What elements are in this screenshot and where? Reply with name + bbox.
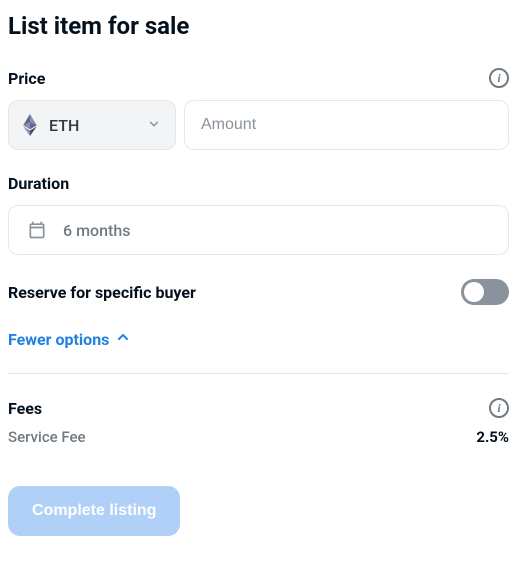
chevron-up-icon bbox=[115, 329, 131, 349]
duration-select[interactable]: 6 months bbox=[8, 205, 509, 255]
ethereum-icon bbox=[23, 114, 37, 136]
duration-section: Duration 6 months bbox=[8, 174, 509, 255]
price-label: Price bbox=[8, 69, 45, 88]
info-icon[interactable]: i bbox=[489, 398, 509, 418]
calendar-icon bbox=[27, 220, 47, 240]
reserve-toggle[interactable] bbox=[461, 279, 509, 305]
duration-label: Duration bbox=[8, 174, 69, 193]
chevron-down-icon bbox=[147, 116, 161, 135]
duration-value: 6 months bbox=[63, 221, 130, 240]
options-toggle-label: Fewer options bbox=[8, 330, 109, 349]
fees-header: Fees i bbox=[8, 398, 509, 418]
currency-label: ETH bbox=[49, 116, 79, 135]
reserve-section: Reserve for specific buyer bbox=[8, 279, 509, 305]
fees-label: Fees bbox=[8, 399, 42, 418]
amount-input[interactable] bbox=[184, 100, 509, 150]
info-icon[interactable]: i bbox=[489, 68, 509, 88]
duration-header: Duration bbox=[8, 174, 509, 193]
page-title: List item for sale bbox=[8, 12, 509, 40]
fee-value: 2.5% bbox=[476, 428, 509, 446]
price-section: Price i ETH bbox=[8, 68, 509, 150]
reserve-label: Reserve for specific buyer bbox=[8, 283, 196, 302]
price-row: ETH bbox=[8, 100, 509, 150]
currency-select[interactable]: ETH bbox=[8, 100, 176, 150]
reserve-row: Reserve for specific buyer bbox=[8, 279, 509, 305]
fee-row: Service Fee 2.5% bbox=[8, 428, 509, 446]
currency-left: ETH bbox=[23, 114, 79, 136]
complete-listing-button[interactable]: Complete listing bbox=[8, 486, 180, 536]
toggle-knob bbox=[464, 282, 484, 302]
options-toggle[interactable]: Fewer options bbox=[8, 329, 509, 349]
fee-name: Service Fee bbox=[8, 428, 86, 446]
price-header: Price i bbox=[8, 68, 509, 88]
divider bbox=[8, 373, 509, 374]
